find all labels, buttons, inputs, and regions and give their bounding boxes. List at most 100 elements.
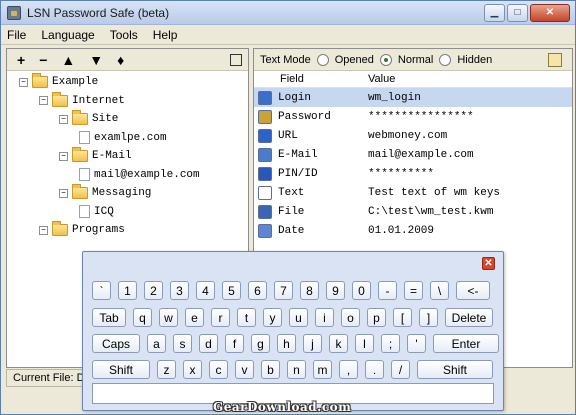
key[interactable]: h (277, 334, 296, 353)
radio-hidden-label[interactable]: Hidden (457, 54, 492, 66)
key[interactable]: e (185, 308, 204, 327)
key[interactable]: Caps (92, 334, 140, 353)
menu-file[interactable]: File (7, 28, 26, 42)
radio-normal[interactable] (379, 53, 392, 66)
radio-hidden[interactable] (439, 53, 452, 66)
minimize-button[interactable]: ▁ (484, 3, 505, 22)
key[interactable]: 6 (248, 281, 267, 300)
key[interactable]: ` (92, 281, 111, 300)
field-row[interactable]: Date 01.01.2009 (254, 221, 572, 240)
key[interactable]: d (199, 334, 218, 353)
key[interactable]: s (173, 334, 192, 353)
field-row[interactable]: Password **************** (254, 107, 572, 126)
key[interactable]: ] (419, 308, 438, 327)
key[interactable]: - (378, 281, 397, 300)
key[interactable]: p (367, 308, 386, 327)
title-bar[interactable]: LSN Password Safe (beta) ▁ □ ✕ (1, 1, 575, 25)
radio-opened-label[interactable]: Opened (335, 54, 374, 66)
key[interactable]: 0 (352, 281, 371, 300)
key[interactable]: [ (393, 308, 412, 327)
menu-tools[interactable]: Tools (110, 28, 138, 42)
key[interactable]: j (303, 334, 322, 353)
key[interactable]: ; (381, 334, 400, 353)
key[interactable]: v (235, 360, 254, 379)
key[interactable]: g (251, 334, 270, 353)
close-button[interactable]: ✕ (530, 3, 570, 22)
keyboard-close-button[interactable]: ✕ (482, 257, 495, 270)
expander-icon[interactable]: − (59, 114, 68, 124)
key[interactable]: = (404, 281, 423, 300)
expander-icon[interactable]: − (59, 188, 68, 198)
tree-node[interactable]: − Messaging (59, 184, 151, 202)
menu-help[interactable]: Help (153, 28, 178, 42)
key[interactable]: w (159, 308, 178, 327)
move-down-button[interactable]: ▼ (89, 52, 103, 68)
key[interactable]: 8 (300, 281, 319, 300)
expander-icon[interactable]: − (59, 151, 68, 161)
key[interactable]: . (365, 360, 384, 379)
column-field[interactable]: Field (254, 73, 368, 85)
expander-icon[interactable]: − (39, 225, 48, 235)
key[interactable]: Shift (417, 360, 493, 379)
field-row[interactable]: Text Test text of wm keys (254, 183, 572, 202)
key[interactable]: ' (407, 334, 426, 353)
expander-icon[interactable]: − (19, 77, 28, 87)
field-row[interactable]: URL webmoney.com (254, 126, 572, 145)
radio-normal-label[interactable]: Normal (398, 54, 433, 66)
key[interactable]: r (211, 308, 230, 327)
expander-icon[interactable]: − (39, 96, 48, 105)
key[interactable]: Shift (92, 360, 150, 379)
maximize-button[interactable]: □ (507, 3, 528, 22)
key[interactable]: <- (456, 281, 490, 300)
move-up-button[interactable]: ▲ (61, 52, 75, 68)
properties-icon[interactable] (230, 53, 242, 66)
key[interactable]: 9 (326, 281, 345, 300)
key[interactable]: c (209, 360, 228, 379)
key[interactable]: a (147, 334, 166, 353)
remove-button[interactable]: − (39, 52, 47, 68)
key[interactable]: 3 (170, 281, 189, 300)
tree-node[interactable]: examlpe.com (79, 129, 167, 147)
key[interactable]: Delete (445, 308, 493, 327)
key[interactable]: u (289, 308, 308, 327)
key[interactable]: \ (430, 281, 449, 300)
column-value[interactable]: Value (368, 73, 395, 85)
tree-node[interactable]: − E-Mail (59, 147, 132, 165)
tree-node[interactable]: − Example (19, 73, 98, 91)
key[interactable]: m (313, 360, 332, 379)
menu-language[interactable]: Language (41, 28, 94, 42)
key[interactable]: f (225, 334, 244, 353)
key[interactable]: 4 (196, 281, 215, 300)
key[interactable]: , (339, 360, 358, 379)
key[interactable]: Enter (433, 334, 499, 353)
key[interactable]: 2 (144, 281, 163, 300)
key[interactable]: 7 (274, 281, 293, 300)
add-button[interactable]: + (17, 52, 25, 68)
key[interactable]: q (133, 308, 152, 327)
field-row[interactable]: File C:\test\wm_test.kwm (254, 202, 572, 221)
field-row[interactable]: E-Mail mail@example.com (254, 145, 572, 164)
tree-node[interactable]: mail@example.com (79, 166, 200, 184)
key[interactable]: b (261, 360, 280, 379)
field-row[interactable]: PIN/ID ********** (254, 164, 572, 183)
key[interactable]: / (391, 360, 410, 379)
tree-node[interactable]: − Internet (39, 91, 125, 110)
key[interactable]: Tab (92, 308, 126, 327)
key[interactable]: i (315, 308, 334, 327)
edit-icon[interactable] (548, 52, 562, 67)
key[interactable]: l (355, 334, 374, 353)
key[interactable]: 1 (118, 281, 137, 300)
key[interactable]: z (157, 360, 176, 379)
radio-opened[interactable] (316, 53, 329, 66)
tree-node[interactable]: ICQ (79, 203, 114, 221)
move-button[interactable]: ♦ (117, 52, 124, 68)
key[interactable]: y (263, 308, 282, 327)
key[interactable]: o (341, 308, 360, 327)
key[interactable]: n (287, 360, 306, 379)
tree-node[interactable]: − Programs (39, 221, 125, 239)
field-row[interactable]: Login wm_login (254, 88, 572, 107)
key[interactable]: k (329, 334, 348, 353)
tree-node[interactable]: − Site (59, 110, 118, 128)
key[interactable]: x (183, 360, 202, 379)
key[interactable]: 5 (222, 281, 241, 300)
